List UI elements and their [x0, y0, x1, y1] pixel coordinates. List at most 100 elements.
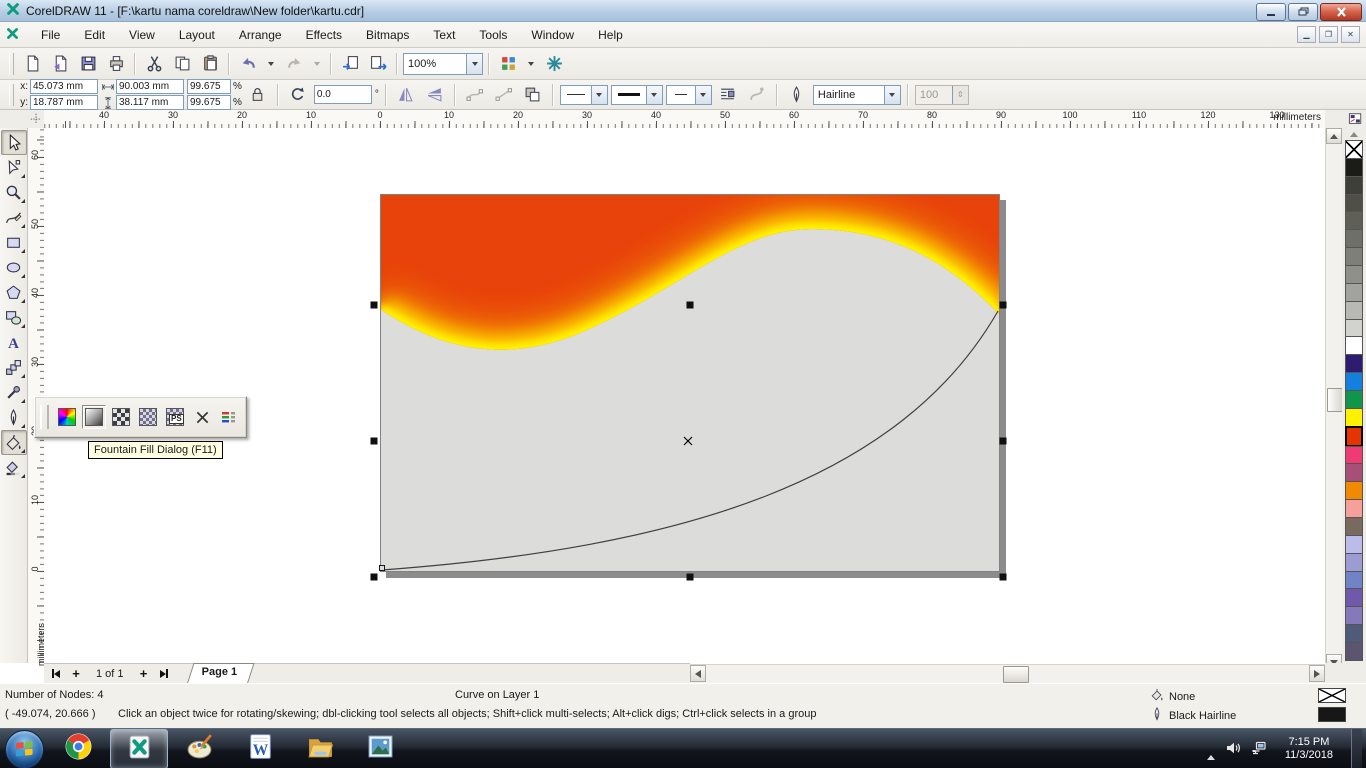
pick-tool[interactable]: [0, 130, 27, 155]
height-field[interactable]: 38.117 mm: [116, 95, 184, 110]
fill-tool[interactable]: [0, 430, 27, 455]
menu-text[interactable]: Text: [421, 25, 467, 45]
zoom-level-combo[interactable]: 100%: [403, 52, 483, 75]
scroll-right-button[interactable]: [1309, 665, 1325, 682]
convert-to-curves-button[interactable]: [744, 82, 770, 108]
start-button[interactable]: [0, 729, 48, 768]
redo-button[interactable]: [281, 51, 307, 77]
palette-swatch-dark-slate-violet[interactable]: [1345, 642, 1363, 661]
scroll-up-button[interactable]: [1326, 128, 1342, 144]
doc-close-button[interactable]: ✕: [1341, 26, 1360, 43]
new-document-button[interactable]: [19, 51, 45, 77]
vertical-scroll-thumb[interactable]: [1327, 388, 1343, 412]
launcher-dropdown[interactable]: [523, 51, 539, 77]
network-icon[interactable]: [1251, 740, 1267, 759]
doc-minimize-button[interactable]: ▁: [1297, 26, 1316, 43]
menu-effects[interactable]: Effects: [294, 25, 354, 45]
palette-swatch-blue[interactable]: [1345, 372, 1363, 392]
taskbar-item-word[interactable]: W: [232, 729, 288, 767]
basic-shapes-tool[interactable]: [1, 305, 27, 330]
scale-h-field[interactable]: 99.675: [187, 79, 231, 94]
palette-swatch-90-black[interactable]: [1345, 175, 1363, 195]
palette-swatch-magenta-pink[interactable]: [1345, 445, 1363, 465]
wrap-paragraph-text-button[interactable]: [715, 82, 741, 108]
save-button[interactable]: [75, 51, 101, 77]
add-page-before-button[interactable]: +: [68, 666, 84, 681]
palette-swatch-40-black[interactable]: [1345, 265, 1363, 284]
volume-icon[interactable]: [1225, 740, 1241, 759]
pattern-fill-dialog-button[interactable]: [109, 405, 133, 429]
horizontal-scrollbar[interactable]: [690, 664, 1325, 683]
palette-swatch-dark-violet[interactable]: [1345, 354, 1363, 374]
palette-swatch-30-black[interactable]: [1345, 282, 1363, 302]
palette-swatch-orange[interactable]: [1345, 481, 1363, 501]
palette-swatch-80-black[interactable]: [1345, 193, 1363, 213]
menu-edit[interactable]: Edit: [72, 25, 117, 45]
menu-arrange[interactable]: Arrange: [227, 25, 294, 45]
curve-smoothness-button[interactable]: [462, 82, 488, 108]
add-page-after-button[interactable]: +: [136, 666, 152, 681]
spinner-buttons[interactable]: ⇕: [951, 85, 968, 104]
texture-fill-dialog-button[interactable]: [136, 405, 160, 429]
drawing-scale-icon[interactable]: [1348, 112, 1363, 126]
zoom-tool[interactable]: [1, 180, 27, 205]
to-back-button[interactable]: [520, 82, 546, 108]
fill-color-dialog-button[interactable]: [55, 405, 79, 429]
restore-button[interactable]: [1288, 3, 1318, 21]
rectangle-tool[interactable]: [1, 230, 27, 255]
menu-file[interactable]: File: [29, 25, 72, 45]
close-button[interactable]: [1320, 3, 1362, 21]
taskbar-item-photo-viewer[interactable]: [352, 729, 408, 767]
outline-tool[interactable]: [1, 405, 27, 430]
palette-swatch-50-black[interactable]: [1345, 247, 1363, 267]
horizontal-scroll-thumb[interactable]: [1003, 666, 1029, 683]
toolbar-grip[interactable]: [9, 52, 14, 75]
redo-dropdown[interactable]: [309, 51, 325, 77]
ellipse-tool[interactable]: [1, 255, 27, 280]
scroll-left-button[interactable]: [690, 665, 706, 682]
copy-button[interactable]: [169, 51, 195, 77]
page-tab[interactable]: Page 1: [185, 662, 255, 685]
text-tool[interactable]: A: [1, 330, 27, 355]
palette-swatch-salmon[interactable]: [1345, 499, 1363, 519]
open-document-button[interactable]: [47, 51, 73, 77]
menu-help[interactable]: Help: [586, 25, 635, 45]
transparency-spinner[interactable]: 100 ⇕: [914, 84, 969, 105]
palette-swatch-slate-blue[interactable]: [1345, 624, 1363, 644]
outline-width-dropdown[interactable]: [883, 85, 900, 104]
minimize-button[interactable]: [1256, 3, 1286, 21]
palette-swatch-pale-lavender[interactable]: [1345, 534, 1363, 554]
menu-bitmaps[interactable]: Bitmaps: [354, 25, 421, 45]
palette-swatch-taupe[interactable]: [1345, 517, 1363, 536]
curve-start-node[interactable]: [379, 565, 385, 571]
postscript-fill-dialog-button[interactable]: PS: [163, 405, 187, 429]
eyedropper-tool[interactable]: [1, 380, 27, 405]
palette-swatch-violet[interactable]: [1345, 588, 1363, 608]
outline-style-selector[interactable]: [610, 84, 663, 105]
menu-tools[interactable]: Tools: [467, 25, 519, 45]
reduce-nodes-button[interactable]: [491, 82, 517, 108]
import-button[interactable]: [337, 51, 363, 77]
last-page-button[interactable]: [156, 667, 172, 681]
propbar-grip[interactable]: [9, 83, 14, 106]
menu-view[interactable]: View: [117, 25, 167, 45]
palette-swatch-lavender[interactable]: [1345, 552, 1363, 572]
show-desktop-button[interactable]: [1351, 729, 1362, 768]
taskbar-item-chrome[interactable]: [50, 729, 106, 767]
color-docker-button[interactable]: [217, 405, 241, 429]
palette-swatch-blue-violet[interactable]: [1345, 570, 1363, 590]
shape-tool[interactable]: [1, 155, 27, 180]
no-fill-button[interactable]: [190, 405, 214, 429]
polygon-tool[interactable]: [1, 280, 27, 305]
fountain-fill-dialog-button[interactable]: [82, 405, 106, 429]
rotation-angle-field[interactable]: 0.0: [313, 85, 372, 104]
undo-button[interactable]: [235, 51, 261, 77]
corel-community-button[interactable]: [541, 51, 567, 77]
export-button[interactable]: [365, 51, 391, 77]
scale-v-field[interactable]: 99.675: [187, 95, 231, 110]
palette-swatch-orange-red[interactable]: [1345, 425, 1363, 447]
palette-swatch-medium-violet[interactable]: [1345, 606, 1363, 626]
horizontal-ruler[interactable]: millimeters 40 30 20 10 0 10 20 30 40 50 60 70 80 90 1…: [44, 110, 1325, 129]
palette-swatch-white[interactable]: [1345, 336, 1363, 356]
palette-swatch-no-color[interactable]: [1345, 140, 1363, 159]
